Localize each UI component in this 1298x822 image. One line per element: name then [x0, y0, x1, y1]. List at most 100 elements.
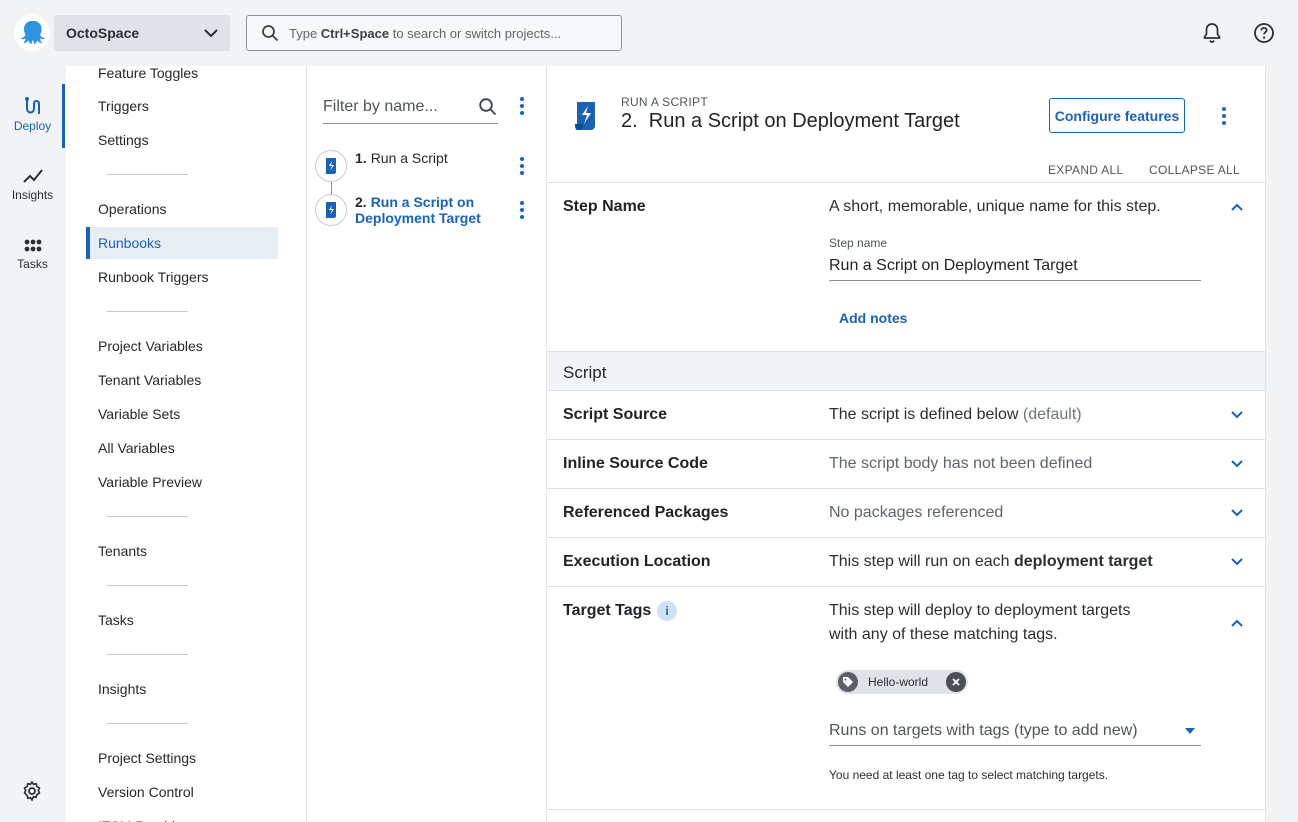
step-item-1[interactable]: 1. Run a Script — [315, 150, 539, 182]
help-icon[interactable] — [1252, 21, 1276, 45]
rail-label-insights: Insights — [11, 187, 54, 202]
nav-item-operations[interactable]: Operations — [86, 193, 278, 225]
step-number: 2. — [355, 194, 367, 210]
nav-item-all-variables[interactable]: All Variables — [86, 432, 278, 464]
rail-item-tasks[interactable]: Tasks — [0, 224, 65, 284]
top-bar: OctoSpace Type Ctrl+Space to search or s… — [0, 0, 1298, 66]
space-name: OctoSpace — [66, 25, 140, 41]
step-editor: RUN A SCRIPT 2. Run a Script on Deployme… — [547, 66, 1266, 822]
section-label: Target Tags — [563, 602, 652, 619]
insights-icon — [22, 168, 43, 183]
configure-features-button[interactable]: Configure features — [1049, 98, 1185, 133]
info-icon[interactable]: i — [657, 601, 677, 621]
section-summary: A short, memorable, unique name for this… — [829, 198, 1161, 215]
page-title: 2. Run a Script on Deployment Target — [621, 110, 960, 132]
rail-label-deploy: Deploy — [13, 118, 52, 133]
add-notes-button[interactable]: Add notes — [839, 310, 907, 326]
section-label: Execution Location — [563, 553, 711, 570]
dropdown-arrow-icon[interactable] — [1184, 722, 1196, 738]
nav-item-feature-toggles[interactable]: Feature Toggles — [86, 66, 278, 89]
nav-item-tenant-variables[interactable]: Tenant Variables — [86, 364, 278, 396]
step-item-2[interactable]: 2. Run a Script on Deployment Target — [315, 194, 539, 226]
nav-item-tenants[interactable]: Tenants — [86, 535, 278, 567]
target-tags-input[interactable]: Runs on targets with tags (type to add n… — [829, 716, 1201, 746]
script-icon — [315, 194, 347, 226]
section-label: Inline Source Code — [563, 455, 708, 472]
referenced-packages-section[interactable]: Referenced Packages No packages referenc… — [547, 488, 1265, 537]
tasks-icon — [24, 239, 41, 251]
step-menu-icon[interactable] — [513, 200, 531, 220]
inline-source-section[interactable]: Inline Source Code The script body has n… — [547, 439, 1265, 488]
script-icon — [571, 100, 601, 135]
nav-item-itsm-providers[interactable]: ITSM Providers — [86, 810, 278, 822]
script-source-section[interactable]: Script Source The script is defined belo… — [547, 390, 1265, 439]
chevron-down-icon[interactable] — [1227, 552, 1247, 572]
more-options-icon[interactable] — [1215, 106, 1233, 126]
section-summary: This step will deploy to deployment targ… — [829, 602, 1131, 643]
chevron-up-icon[interactable] — [1227, 197, 1247, 217]
rail-label-tasks: Tasks — [17, 256, 48, 271]
section-summary: The script is defined below (default) — [829, 406, 1082, 423]
step-name-field[interactable]: Run a Script on Deployment Target — [829, 251, 1201, 281]
nav-item-triggers[interactable]: Triggers — [86, 90, 278, 122]
step-name-field-label: Step name — [829, 236, 888, 250]
tag-chip-label: Hello-world — [868, 675, 929, 689]
project-nav: Feature Toggles Triggers Settings Operat… — [66, 66, 307, 822]
search-placeholder: Type Ctrl+Space to search or switch proj… — [289, 25, 562, 41]
collapse-all-link[interactable]: COLLAPSE ALL — [1149, 163, 1240, 177]
search-icon[interactable] — [478, 97, 498, 117]
left-rail: Deploy Insights Tasks — [0, 66, 65, 822]
script-icon — [315, 150, 347, 182]
nav-divider — [106, 174, 188, 175]
section-label: Script Source — [563, 406, 668, 423]
nav-divider — [106, 311, 188, 312]
nav-item-insights[interactable]: Insights — [86, 673, 278, 705]
nav-divider — [106, 585, 188, 586]
remove-tag-icon[interactable] — [946, 672, 967, 692]
chevron-up-icon[interactable] — [1227, 613, 1247, 633]
nav-item-variable-sets[interactable]: Variable Sets — [86, 398, 278, 430]
nav-item-project-settings[interactable]: Project Settings — [86, 742, 278, 774]
group-title: Script — [563, 363, 607, 382]
step-list-panel: Filter by name... 1. Run a Script 2. Run a… — [307, 66, 547, 822]
chevron-down-icon[interactable] — [1227, 454, 1247, 474]
rail-item-deploy[interactable]: Deploy — [0, 84, 65, 148]
section-divider — [547, 809, 1265, 810]
gear-icon[interactable] — [21, 780, 43, 805]
nav-item-project-variables[interactable]: Project Variables — [86, 330, 278, 362]
bell-icon[interactable] — [1200, 21, 1224, 45]
chevron-down-icon[interactable] — [1227, 405, 1247, 425]
chevron-down-icon — [204, 29, 218, 38]
filter-placeholder: Filter by name... — [323, 97, 438, 115]
step-menu-icon[interactable] — [513, 156, 531, 176]
search-input[interactable]: Type Ctrl+Space to search or switch proj… — [246, 15, 622, 51]
section-summary: The script body has not been defined — [829, 455, 1093, 472]
filter-input[interactable]: Filter by name... — [323, 90, 498, 124]
chevron-down-icon[interactable] — [1227, 503, 1247, 523]
nav-item-variable-preview[interactable]: Variable Preview — [86, 466, 278, 498]
nav-divider — [106, 654, 188, 655]
script-group-header: Script — [547, 351, 1265, 391]
nav-item-runbook-triggers[interactable]: Runbook Triggers — [86, 261, 278, 293]
tag-chip: Hello-world — [836, 670, 969, 694]
nav-item-settings[interactable]: Settings — [86, 124, 278, 156]
deploy-icon — [24, 96, 40, 114]
nav-divider — [106, 516, 188, 517]
step-list-menu-icon[interactable] — [513, 96, 531, 116]
nav-item-version-control[interactable]: Version Control — [86, 776, 278, 808]
nav-divider — [106, 723, 188, 724]
section-label: Step Name — [563, 198, 646, 215]
search-icon — [262, 25, 279, 42]
rail-item-insights[interactable]: Insights — [0, 154, 65, 214]
step-name: Run a Script — [370, 150, 448, 166]
space-selector[interactable]: OctoSpace — [54, 15, 230, 51]
octopus-logo-icon[interactable] — [14, 15, 50, 51]
section-summary: No packages referenced — [829, 504, 1004, 521]
execution-location-section[interactable]: Execution Location This step will run on… — [547, 537, 1265, 586]
step-number: 1. — [355, 150, 367, 166]
nav-item-tasks[interactable]: Tasks — [86, 604, 278, 636]
expand-all-link[interactable]: EXPAND ALL — [1048, 163, 1123, 177]
step-name: Run a Script on Deployment Target — [355, 194, 481, 226]
nav-item-runbooks[interactable]: Runbooks — [86, 227, 278, 259]
breadcrumb: RUN A SCRIPT — [621, 95, 708, 109]
